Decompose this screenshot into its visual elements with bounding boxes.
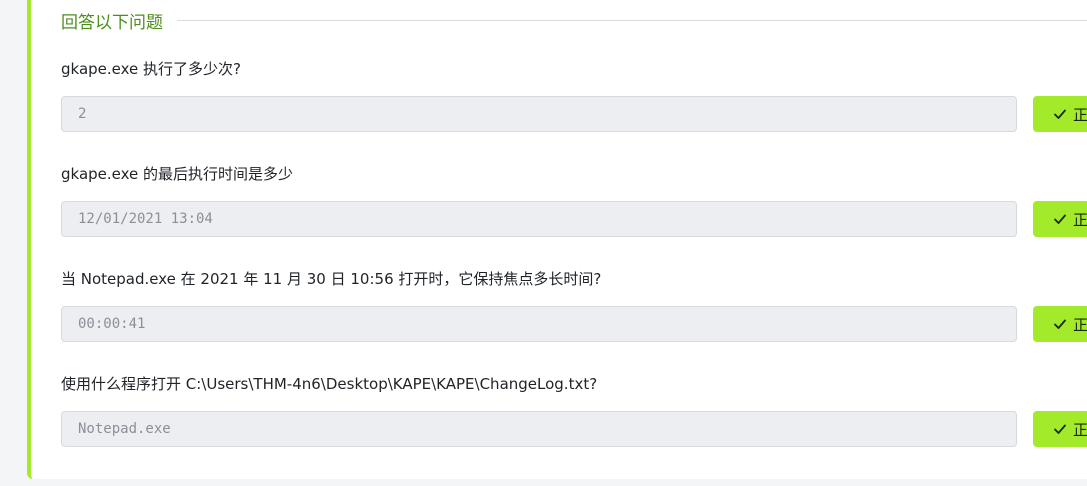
question-label: gkape.exe 的最后执行时间是多少: [61, 165, 294, 183]
answer-input[interactable]: 12/01/2021 13:04: [61, 201, 1017, 237]
question-label: 当 Notepad.exe 在 2021 年 11 月 30 日 10:56 打…: [61, 270, 602, 288]
correct-button[interactable]: 正: [1033, 411, 1087, 447]
correct-button-label: 正: [1073, 315, 1087, 334]
correct-button[interactable]: 正: [1033, 96, 1087, 132]
answer-input[interactable]: 2: [61, 96, 1017, 132]
correct-button-label: 正: [1073, 420, 1087, 439]
answer-input[interactable]: Notepad.exe: [61, 411, 1017, 447]
check-icon: [1054, 424, 1066, 434]
correct-button[interactable]: 正: [1033, 306, 1087, 342]
correct-button-label: 正: [1073, 105, 1087, 124]
check-icon: [1054, 109, 1066, 119]
section-divider: [177, 19, 1087, 21]
answer-input[interactable]: 00:00:41: [61, 306, 1017, 342]
check-icon: [1054, 214, 1066, 224]
correct-button-label: 正: [1073, 210, 1087, 229]
section-title: 回答以下问题: [61, 12, 163, 33]
questions-panel: 回答以下问题 gkape.exe 执行了多少次? 2 正 gkape.exe 的…: [27, 0, 1087, 479]
question-label: 使用什么程序打开 C:\Users\THM-4n6\Desktop\KAPE\K…: [61, 375, 598, 393]
section-header: 回答以下问题: [61, 6, 1087, 34]
check-icon: [1054, 319, 1066, 329]
correct-button[interactable]: 正: [1033, 201, 1087, 237]
question-label: gkape.exe 执行了多少次?: [61, 60, 241, 78]
